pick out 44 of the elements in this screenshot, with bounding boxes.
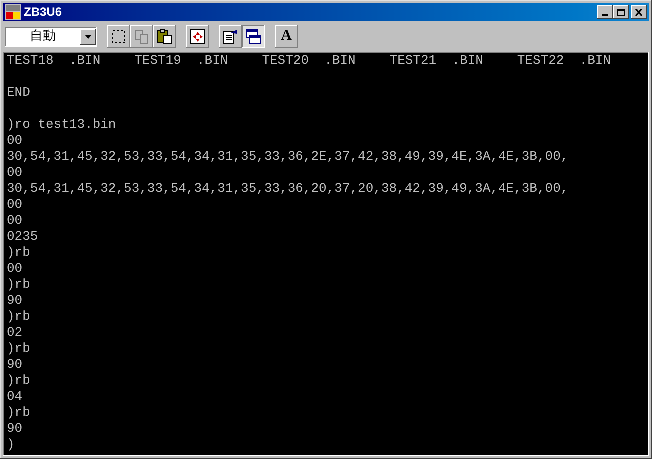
- dashed-rectangle-icon: [110, 28, 126, 44]
- close-button[interactable]: [631, 5, 647, 19]
- terminal-line: 04: [7, 389, 24, 405]
- terminal-line: )rb: [7, 405, 32, 421]
- copy-icon: [134, 28, 150, 44]
- terminal-line: END: [7, 85, 32, 101]
- file-entry: TEST20 .BIN: [262, 53, 357, 69]
- clipboard-icon: [156, 28, 172, 44]
- close-icon: [635, 8, 643, 16]
- font-button[interactable]: A: [275, 25, 298, 48]
- maximize-icon: [617, 8, 625, 16]
- toolbar-button[interactable]: [242, 25, 265, 48]
- four-arrows-icon: [190, 28, 206, 44]
- terminal-line: 02: [7, 325, 24, 341]
- terminal-line: 90: [7, 421, 24, 437]
- file-entry: TEST18 .BIN: [7, 53, 102, 69]
- app-icon: [5, 4, 21, 20]
- font-size-select[interactable]: 自動: [5, 26, 97, 46]
- terminal-line: )rb: [7, 277, 32, 293]
- properties-icon: [222, 28, 238, 44]
- terminal-line: 0235: [7, 229, 40, 245]
- maximize-button[interactable]: [613, 5, 629, 19]
- terminal-line: )rb: [7, 373, 32, 389]
- terminal-line: )rb: [7, 341, 32, 357]
- terminal-line: )rb: [7, 309, 32, 325]
- terminal-line: )rb: [7, 245, 32, 261]
- select-value: 自動: [29, 28, 57, 46]
- terminal-line: 30,54,31,45,32,53,33,54,34,31,35,33,36,20,37,20,38,42,39,49,3A,4E,3B,00,: [7, 181, 570, 197]
- terminal-line: 00: [7, 213, 24, 229]
- terminal-line: 90: [7, 293, 24, 309]
- terminal-line: 30,54,31,45,32,53,33,54,34,31,35,33,36,2E,37,42,38,49,39,4E,3A,4E,3B,00,: [7, 149, 570, 165]
- file-entry: TEST21 .BIN: [390, 53, 484, 69]
- terminal-line: 90: [7, 357, 24, 373]
- file-entry: TEST19 .BIN: [134, 53, 230, 69]
- minimize-button[interactable]: [597, 5, 613, 19]
- terminal-line: 00: [7, 133, 24, 149]
- terminal-line: )ro test13.bin: [7, 117, 118, 133]
- windows-icon: [246, 28, 262, 44]
- window-title: ZB3U6: [24, 4, 62, 21]
- terminal-line: 00: [7, 165, 24, 181]
- terminal-line: ): [7, 437, 16, 453]
- file-entry: TEST22 .BIN: [517, 53, 612, 69]
- terminal-line: 00: [7, 261, 24, 277]
- terminal-line: 00: [7, 197, 24, 213]
